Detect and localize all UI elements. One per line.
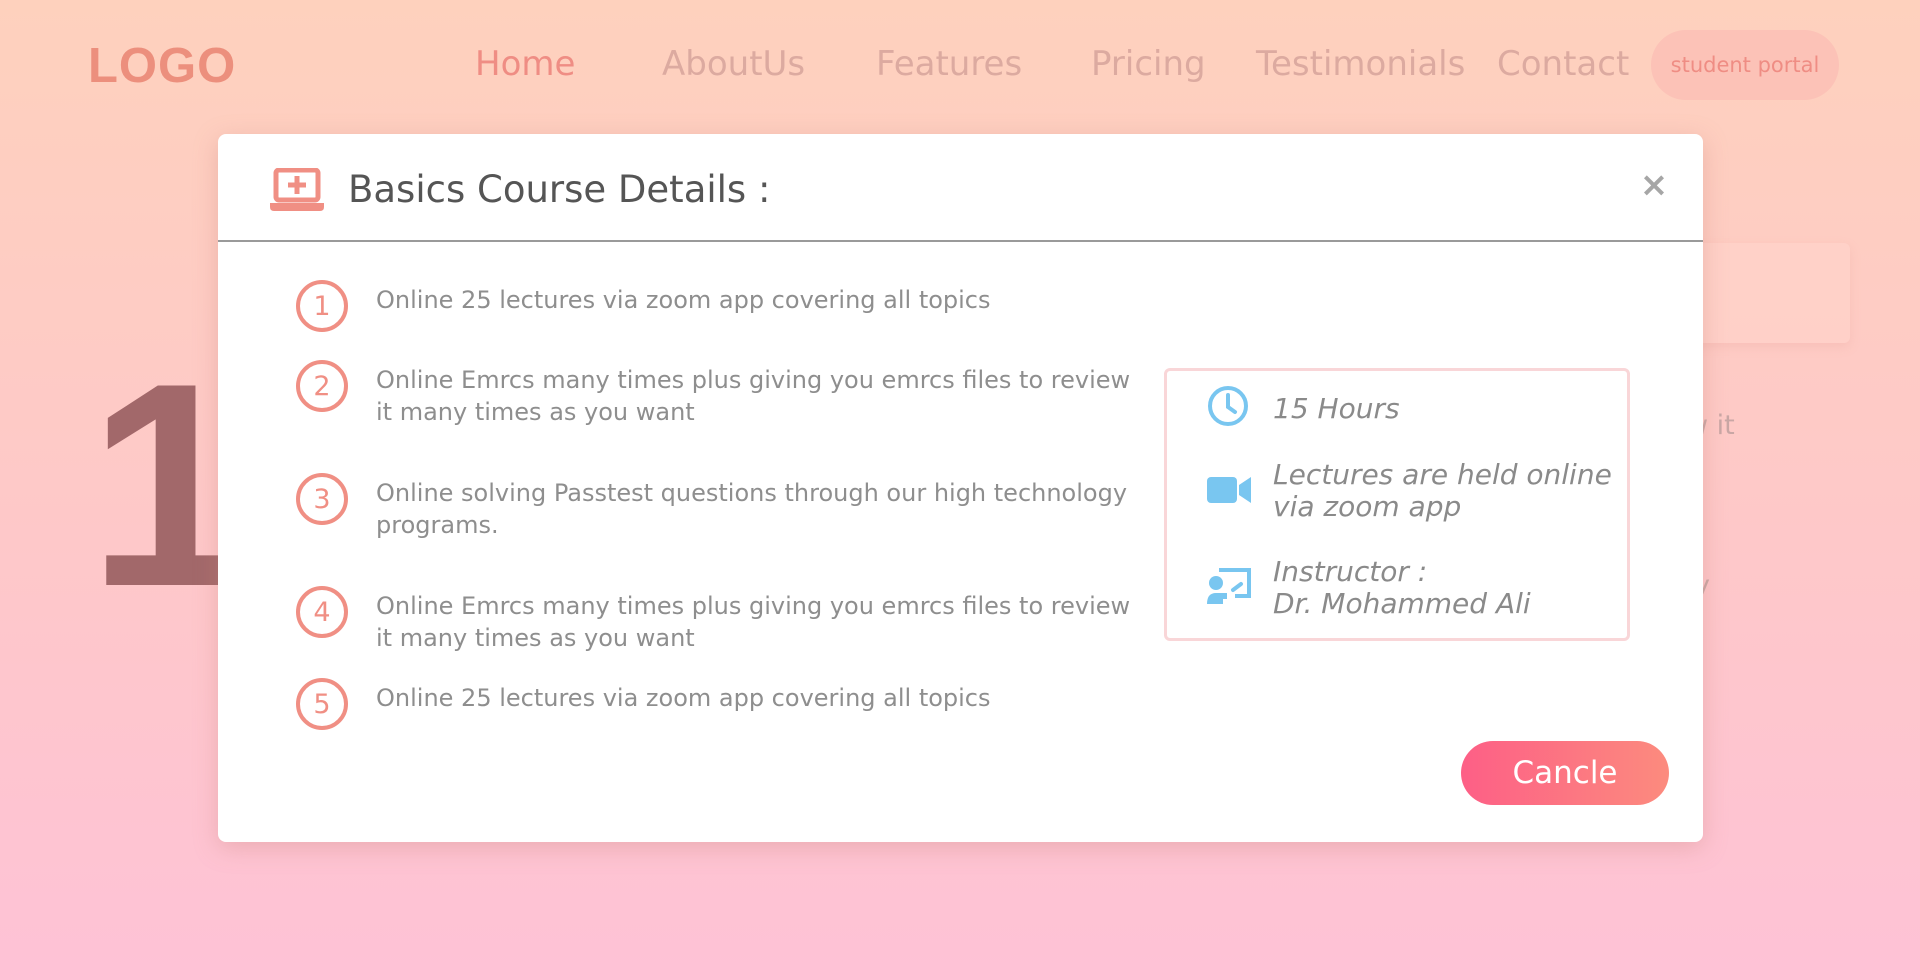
item-text: Online 25 lectures via zoom app covering… [376,684,991,712]
modal-title: Basics Course Details : [348,168,771,211]
chalkboard-teacher-icon [1207,568,1251,604]
course-details-modal: Basics Course Details : × 1 Online 25 le… [218,134,1703,842]
delivery-text: Lectures are held online via zoom app [1273,459,1633,523]
item-number-badge: 4 [296,586,348,638]
duration-text: 15 Hours [1273,392,1400,425]
instructor-text: Instructor : Dr. Mohammed Ali [1273,556,1633,620]
student-portal-button[interactable]: student portal [1651,30,1839,100]
item-text: Online Emrcs many times plus giving you … [376,366,1131,426]
cancel-button[interactable]: Cancle [1461,741,1669,805]
clock-icon [1208,386,1248,426]
item-text: Online 25 lectures via zoom app covering… [376,286,991,314]
site-header: LOGO Home AboutUs Features Pricing Testi… [0,0,1920,130]
course-info-box: 15 Hours Lectures are held online via zo… [1164,368,1630,641]
nav-testimonials[interactable]: Testimonials [1256,44,1465,84]
logo[interactable]: LOGO [88,38,236,94]
video-camera-icon [1207,477,1251,503]
nav-features[interactable]: Features [876,44,1022,84]
nav-about-us[interactable]: AboutUs [662,44,805,84]
item-number-badge: 5 [296,678,348,730]
laptop-medical-icon [270,168,324,211]
item-number-badge: 3 [296,473,348,525]
nav-pricing[interactable]: Pricing [1091,44,1206,84]
modal-header: Basics Course Details : × [218,134,1703,242]
close-icon[interactable]: × [1639,168,1669,202]
delivery-line-1: Lectures are held online [1273,458,1612,491]
instructor-name: Dr. Mohammed Ali [1273,587,1531,620]
item-text: Online Emrcs many times plus giving you … [376,592,1131,652]
item-number-badge: 1 [296,280,348,332]
item-text: Online solving Passtest questions throug… [376,479,1128,539]
instructor-label: Instructor : [1273,555,1428,588]
item-number-badge: 2 [296,360,348,412]
nav-home[interactable]: Home [475,44,575,84]
delivery-line-2: via zoom app [1273,490,1462,523]
nav-contact[interactable]: Contact [1497,44,1629,84]
